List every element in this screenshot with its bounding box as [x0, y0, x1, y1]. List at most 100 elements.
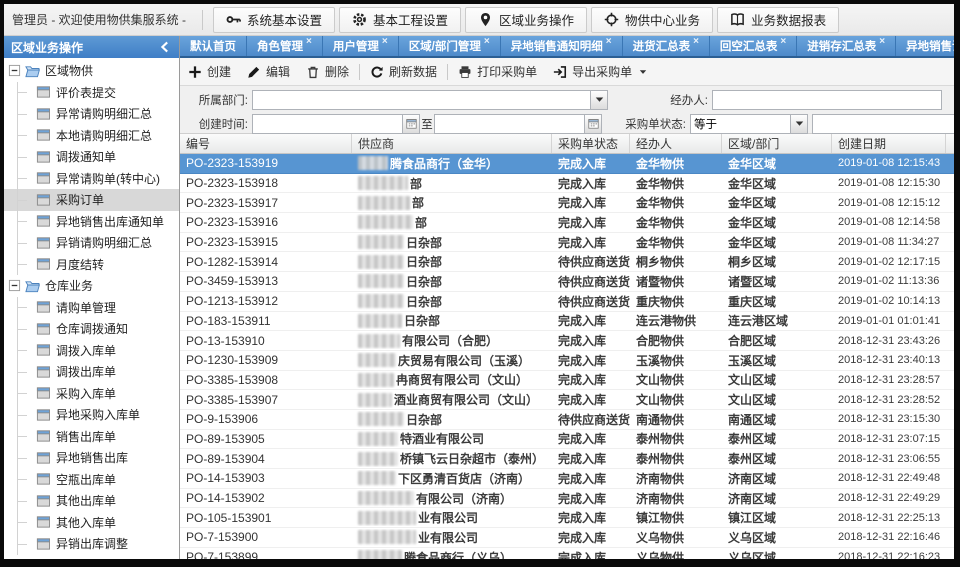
tree-node[interactable]: 异常请购明细汇总: [4, 103, 179, 125]
tree-node[interactable]: 异地销售出库: [4, 447, 179, 469]
chevron-left-icon[interactable]: [158, 40, 172, 54]
date-from-input[interactable]: [253, 115, 402, 133]
toggle-minus-icon[interactable]: [8, 64, 21, 77]
table-row[interactable]: PO-89-153904 桥镇飞云日杂超市（泰州） 完成入库 泰州物供 泰州区域…: [180, 449, 954, 469]
table-row[interactable]: PO-1282-153914 日杂部 待供应商送货 桐乡物供 桐乡区域 2019…: [180, 252, 954, 272]
tree-node[interactable]: 采购订单: [4, 189, 179, 211]
table-row[interactable]: PO-1230-153909 庆贸易有限公司（玉溪） 完成入库 玉溪物供 玉溪区…: [180, 351, 954, 371]
tab[interactable]: 异地销售通知明细 ×: [501, 36, 623, 56]
calendar-icon[interactable]: [402, 115, 419, 133]
tree-node[interactable]: 异销出库调整: [4, 533, 179, 555]
tree-node[interactable]: 调拨入库单: [4, 340, 179, 362]
table-row[interactable]: PO-2323-153915 日杂部 完成入库 金华物供 金华区域 2019-0…: [180, 233, 954, 253]
table-row[interactable]: PO-1213-153912 日杂部 待供应商送货 重庆物供 重庆区域 2019…: [180, 292, 954, 312]
tree-node[interactable]: 评价表提交: [4, 82, 179, 104]
tree-node[interactable]: 本地请购明细汇总: [4, 125, 179, 147]
table-row[interactable]: PO-3385-153907 酒业商贸有限公司（文山） 完成入库 文山物供 文山…: [180, 390, 954, 410]
table-row[interactable]: PO-14-153903 下区勇清百货店（济南） 完成入库 济南物供 济南区域 …: [180, 469, 954, 489]
toolbar-button[interactable]: 刷新数据: [370, 63, 437, 80]
menu-button[interactable]: 物供中心业务: [591, 7, 713, 33]
tab-close-icon[interactable]: ×: [780, 38, 786, 46]
table-row[interactable]: PO-2323-153917 部 完成入库 金华物供 金华区域 2019-01-…: [180, 193, 954, 213]
toolbar-button[interactable]: 导出采购单: [553, 63, 647, 80]
toolbar-button[interactable]: 创建: [188, 63, 231, 80]
column-header-number[interactable]: 编号: [180, 134, 352, 153]
tree-node[interactable]: 调拨出库单: [4, 361, 179, 383]
menu-button[interactable]: 区域业务操作: [465, 7, 587, 33]
status-operator-combo[interactable]: [690, 114, 808, 134]
dept-combo[interactable]: [252, 90, 608, 110]
tree-node[interactable]: 异地采购入库单: [4, 404, 179, 426]
table-row[interactable]: PO-13-153910 有限公司（合肥） 完成入库 合肥物供 合肥区域 201…: [180, 331, 954, 351]
supplier-text: 庆贸易有限公司（玉溪）: [398, 352, 530, 369]
table-row[interactable]: PO-3459-153913 日杂部 待供应商送货 诸暨物供 诸暨区域 2019…: [180, 272, 954, 292]
menu-button[interactable]: 基本工程设置: [339, 7, 461, 33]
toolbar-button[interactable]: 删除: [306, 63, 349, 80]
toggle-minus-icon[interactable]: [8, 279, 21, 292]
tree-node[interactable]: 异销请购明细汇总: [4, 232, 179, 254]
tree-node[interactable]: 请购单管理: [4, 297, 179, 319]
table-row[interactable]: PO-7-153899 腾食品商行（义乌） 完成入库 义乌物供 义乌区域 201…: [180, 548, 954, 559]
table-row[interactable]: PO-183-153911 日杂部 完成入库 连云港物供 连云港区域 2019-…: [180, 312, 954, 332]
tab-close-icon[interactable]: ×: [306, 38, 312, 46]
column-header-region[interactable]: 区域/部门: [722, 134, 832, 153]
status-value-input[interactable]: [813, 115, 954, 133]
menu-button[interactable]: 业务数据报表: [717, 7, 839, 33]
dept-combo-input[interactable]: [253, 91, 590, 109]
table-row[interactable]: PO-2323-153919 腾食品商行（金华） 完成入库 金华物供 金华区域 …: [180, 154, 954, 174]
toolbar-button[interactable]: 编辑: [247, 63, 290, 80]
column-header-created[interactable]: 创建日期: [832, 134, 946, 153]
agent-field[interactable]: [712, 90, 942, 110]
table-row[interactable]: PO-9-153906 日杂部 待供应商送货 南通物供 南通区域 2018-12…: [180, 410, 954, 430]
combo-arrow-icon[interactable]: [790, 115, 807, 133]
date-from-field[interactable]: [252, 114, 420, 134]
table-row[interactable]: PO-2323-153918 部 完成入库 金华物供 金华区域 2019-01-…: [180, 174, 954, 194]
column-header-handler[interactable]: 经办人: [630, 134, 722, 153]
date-to-field[interactable]: [434, 114, 602, 134]
tab[interactable]: 进货汇总表 ×: [623, 36, 710, 56]
toolbar-button[interactable]: 打印采购单: [458, 63, 537, 80]
tab-close-icon[interactable]: ×: [382, 38, 388, 46]
date-to-input[interactable]: [435, 115, 584, 133]
tree-node[interactable]: 空瓶出库单: [4, 469, 179, 491]
tab-close-icon[interactable]: ×: [693, 38, 699, 46]
table-row[interactable]: PO-105-153901 业有限公司 完成入库 镇江物供 镇江区域 2018-…: [180, 508, 954, 528]
tree-node[interactable]: 仓库调拨通知: [4, 318, 179, 340]
tab[interactable]: 默认首页: [180, 36, 247, 56]
tree-node[interactable]: 销售出库单: [4, 426, 179, 448]
tree-node[interactable]: 月度结转: [4, 254, 179, 276]
column-header-supplier[interactable]: 供应商: [352, 134, 552, 153]
tree-node[interactable]: 区域物供: [4, 60, 179, 82]
tree-node[interactable]: 仓库业务: [4, 275, 179, 297]
status-value-field[interactable]: [812, 114, 954, 134]
tree-node[interactable]: 异地销售出库通知单: [4, 211, 179, 233]
calendar-icon[interactable]: [584, 115, 601, 133]
combo-arrow-icon[interactable]: [590, 91, 607, 109]
tree-node[interactable]: 其他出库单: [4, 490, 179, 512]
tab-close-icon[interactable]: ×: [606, 38, 612, 46]
toolbar-button[interactable]: [447, 64, 448, 80]
tree-node[interactable]: 异常请购单(转中心): [4, 168, 179, 190]
column-header-status[interactable]: 采购单状态: [552, 134, 630, 153]
agent-input[interactable]: [713, 91, 941, 109]
tab[interactable]: 用户管理 ×: [323, 36, 399, 56]
tab-close-icon[interactable]: ×: [484, 38, 490, 46]
table-row[interactable]: PO-89-153905 特酒业有限公司 完成入库 泰州物供 泰州区域 2018…: [180, 430, 954, 450]
table-row[interactable]: PO-2323-153916 部 完成入库 金华物供 金华区域 2019-01-…: [180, 213, 954, 233]
status-cell: 待供应商送货: [552, 273, 630, 290]
tree-node[interactable]: 采购入库单: [4, 383, 179, 405]
tab[interactable]: 区域/部门管理 ×: [399, 36, 501, 56]
table-row[interactable]: PO-7-153900 业有限公司 完成入库 义乌物供 义乌区域 2018-12…: [180, 528, 954, 548]
menu-button[interactable]: 系统基本设置: [213, 7, 335, 33]
tree-node[interactable]: 调拨通知单: [4, 146, 179, 168]
tree-node[interactable]: 其他入库单: [4, 512, 179, 534]
tab[interactable]: 回空汇总表 ×: [710, 36, 797, 56]
tab-close-icon[interactable]: ×: [879, 38, 885, 46]
tab[interactable]: 角色管理 ×: [247, 36, 323, 56]
tab[interactable]: 异地销售调整明细 ×: [896, 36, 954, 56]
table-row[interactable]: PO-14-153902 有限公司（济南） 完成入库 济南物供 济南区域 201…: [180, 489, 954, 509]
table-row[interactable]: PO-3385-153908 冉商贸有限公司（文山） 完成入库 文山物供 文山区…: [180, 371, 954, 391]
status-operator-input[interactable]: [691, 115, 790, 133]
toolbar-button[interactable]: [359, 64, 360, 80]
tab[interactable]: 进销存汇总表 ×: [797, 36, 896, 56]
